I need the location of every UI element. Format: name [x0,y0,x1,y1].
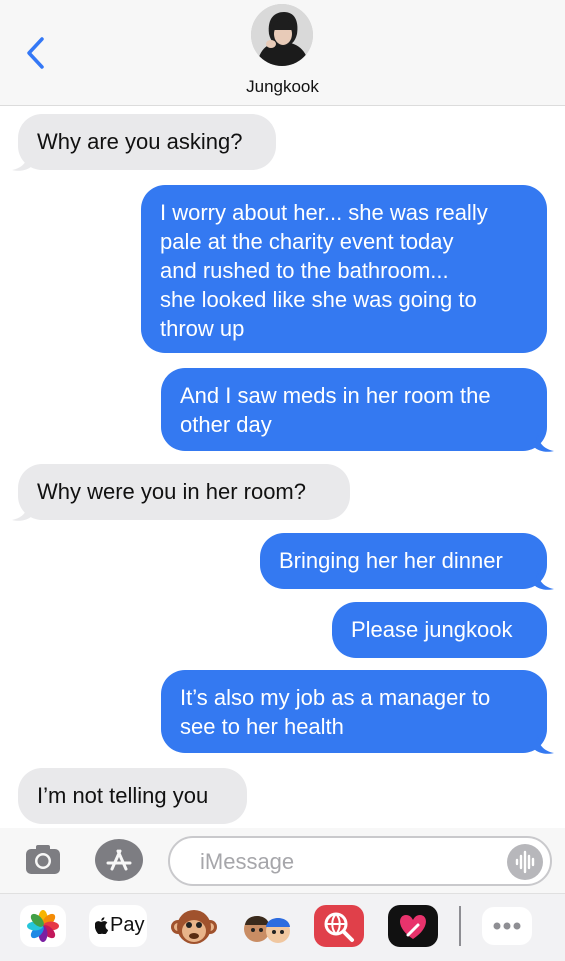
apps-divider [459,906,461,946]
back-chevron-icon[interactable] [22,36,52,70]
incoming-message[interactable]: Why are you asking? [18,114,276,170]
audio-record-icon[interactable] [506,843,544,881]
outgoing-message[interactable]: Please jungkook [332,602,547,658]
memoji-stickers-icon[interactable] [240,905,294,949]
contact-photo [251,4,313,66]
incoming-bubble-tail [12,502,32,521]
message-line: see to her health [180,714,344,739]
incoming-bubble-tail [12,152,32,171]
message-text: Please jungkook [351,617,513,642]
message-line: pale at the charity event today [160,229,454,254]
outgoing-bubble-tail [534,571,554,590]
incoming-message[interactable]: Why were you in her room? [18,464,350,520]
message-line: And I saw meds in her room the [180,383,491,408]
monkey-animoji-icon[interactable] [170,905,218,949]
message-line: she looked like she was going to [160,287,477,312]
message-line: It’s also my job as a manager to [180,685,491,710]
outgoing-bubble-tail [534,433,554,452]
message-text: I’m not telling you [37,783,209,808]
photos-app-icon[interactable] [20,905,66,947]
message-line: and rushed to the bathroom... [160,258,449,283]
app-store-icon[interactable] [94,837,144,883]
message-line: other day [180,412,272,437]
apple-pay-label: Pay [110,914,145,936]
imessage-placeholder: iMessage [200,849,295,874]
message-text: Why are you asking? [37,129,243,154]
message-text: Why were you in her room? [37,479,306,504]
camera-icon[interactable] [24,842,62,876]
more-icon [493,922,521,930]
message-line: throw up [160,316,245,341]
message-text: Bringing her her dinner [279,548,503,573]
digital-touch-heart-icon[interactable] [388,905,438,947]
outgoing-message[interactable]: It’s also my job as a manager to see to … [161,670,547,753]
incoming-message[interactable]: I’m not telling you [18,768,247,824]
message-line: I worry about her... she was really [160,200,488,225]
more-apps-button[interactable] [482,907,532,945]
outgoing-bubble-tail [534,735,554,754]
apple-logo-icon [95,917,109,934]
imessage-input[interactable]: iMessage [168,836,552,886]
outgoing-message[interactable]: I worry about her... she was really pale… [141,185,547,353]
outgoing-message[interactable]: Bringing her her dinner [260,533,547,589]
outgoing-message[interactable]: And I saw meds in her room the other day [161,368,547,451]
web-search-app-icon[interactable] [314,905,364,947]
apple-pay-app[interactable]: Pay [89,905,147,947]
contact-avatar[interactable] [251,4,313,66]
contact-name[interactable]: Jungkook [0,77,565,97]
conversation-header: Jungkook [0,0,565,106]
